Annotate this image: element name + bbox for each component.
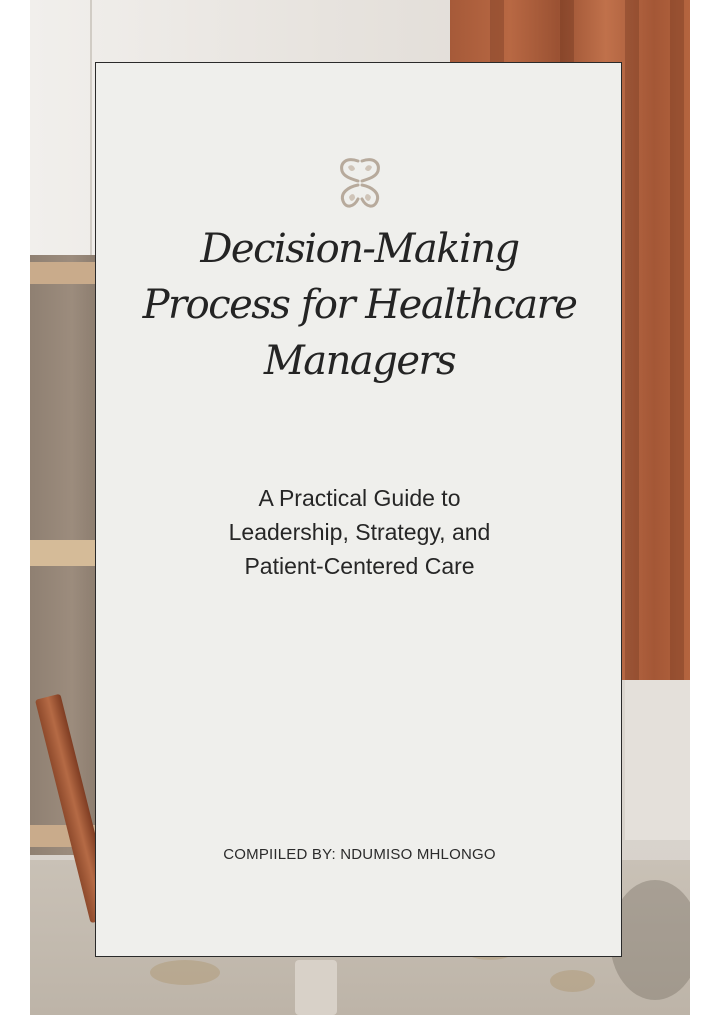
canvas-frame-top (30, 262, 100, 284)
subtitle-line: Leadership, Strategy, and (228, 519, 491, 545)
right-wall-panel (625, 680, 690, 840)
title-line: Decision-Making (200, 226, 520, 272)
stand-foot (295, 960, 337, 1015)
canvas-frame-middle (30, 540, 100, 566)
author-credit: COMPIILED BY: NDUMISO MHLONGO (223, 846, 496, 863)
cover-card: Decision-Making Process for Healthcare M… (95, 62, 622, 957)
curtain-fold (625, 0, 639, 680)
title-line: Process for Healthcare (142, 282, 578, 328)
floor-paint-spot (550, 970, 595, 992)
floor-paint-spot (150, 960, 220, 985)
book-title: Decision-Making Process for Healthcare M… (96, 221, 623, 389)
book-subtitle: A Practical Guide to Leadership, Strateg… (96, 481, 623, 583)
floor-shadow (610, 880, 690, 1000)
title-line: Managers (263, 338, 457, 384)
book-cover-page: Decision-Making Process for Healthcare M… (0, 0, 720, 1015)
butterfly-icon (340, 158, 380, 208)
curtain-fold (670, 0, 684, 680)
subtitle-line: Patient-Centered Care (244, 553, 475, 579)
wall-corner-line (90, 0, 92, 260)
subtitle-line: A Practical Guide to (258, 485, 461, 511)
